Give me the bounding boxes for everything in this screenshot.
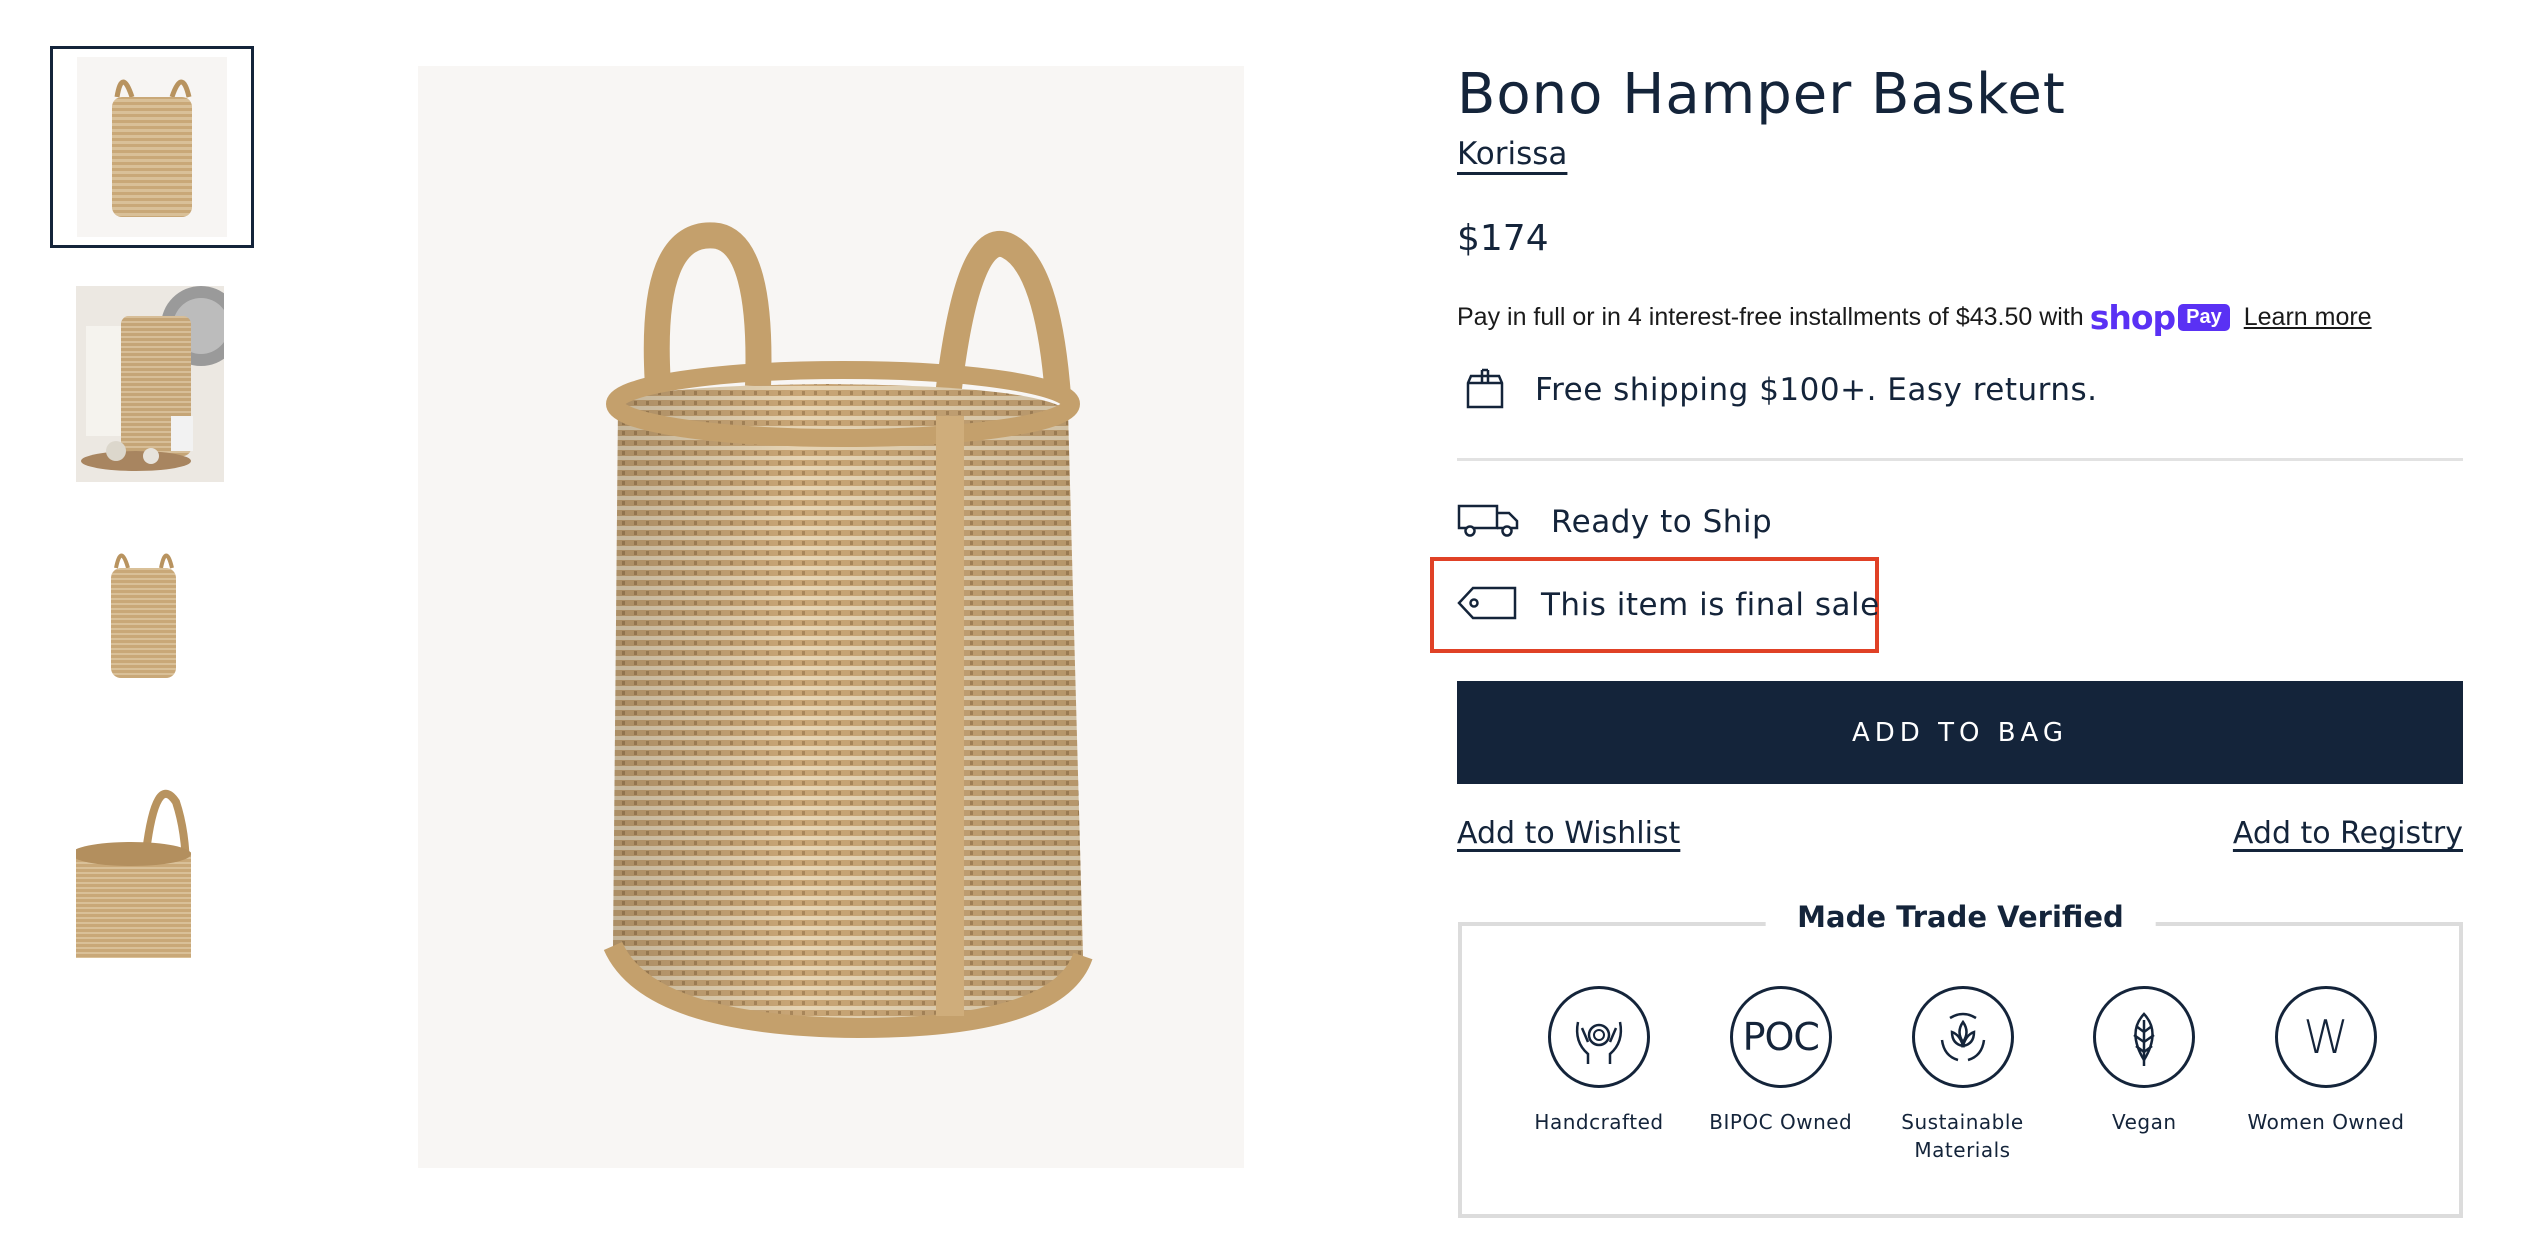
basket-room-thumbnail-image [76, 286, 224, 482]
badge-women-owned[interactable]: W Women Owned [2241, 986, 2411, 1164]
thumbnail-3[interactable] [76, 528, 224, 708]
leaf-icon [2093, 986, 2196, 1088]
basket-detail-thumbnail-image [76, 762, 224, 958]
w-glyph: W [2303, 1010, 2349, 1064]
shipping-label: Free shipping $100+. Easy returns. [1535, 372, 2098, 408]
badge-label: Vegan [2111, 1110, 2177, 1134]
product-title: Bono Hamper Basket [1457, 62, 2066, 127]
final-sale-label: This item is final sale [1541, 587, 1880, 623]
truck-icon [1457, 503, 1521, 541]
main-product-image[interactable] [418, 66, 1244, 1168]
thumbnail-4[interactable] [76, 762, 224, 958]
badge-handcrafted[interactable]: Handcrafted [1514, 986, 1684, 1164]
shipping-info: Free shipping $100+. Easy returns. [1465, 364, 2098, 416]
add-to-wishlist-link[interactable]: Add to Wishlist [1457, 816, 1680, 851]
product-price: $174 [1457, 218, 1549, 259]
verified-badges: Handcrafted POC BIPOC Owned Sustainable … [1462, 986, 2459, 1164]
thumbnail-2[interactable] [76, 286, 224, 482]
availability-info: Ready to Ship [1457, 502, 1772, 542]
badge-label: Sustainable Materials [1901, 1110, 2024, 1162]
basket-small-thumbnail-image [76, 528, 224, 708]
secondary-actions: Add to Wishlist Add to Registry [1457, 816, 2463, 851]
availability-label: Ready to Ship [1551, 504, 1773, 540]
basket-thumbnail-image [77, 57, 227, 237]
divider [1457, 458, 2463, 461]
poc-icon: POC [1729, 986, 1832, 1088]
badge-label: BIPOC Owned [1709, 1110, 1853, 1134]
add-to-registry-link[interactable]: Add to Registry [2233, 816, 2463, 851]
box-icon [1465, 366, 1505, 414]
recycle-leaf-icon [1911, 986, 2014, 1088]
hands-icon [1548, 986, 1650, 1088]
badge-label: Handcrafted [1534, 1110, 1664, 1134]
badge-label: Women Owned [2247, 1110, 2405, 1134]
poc-glyph: POC [1742, 1015, 1820, 1059]
verified-title: Made Trade Verified [1765, 900, 2156, 934]
add-to-bag-button[interactable]: ADD TO BAG [1457, 681, 2463, 784]
shop-pay-badge: Pay [2178, 304, 2230, 331]
brand-link[interactable]: Korissa [1457, 136, 1567, 172]
made-trade-verified: Made Trade Verified Handcrafted POC BIPO… [1458, 900, 2463, 1218]
installments-message: Pay in full or in 4 interest-free instal… [1457, 298, 2372, 337]
w-icon: W [2275, 986, 2377, 1088]
final-sale-info: This item is final sale [1457, 583, 1880, 627]
shop-pay-logo: shop [2089, 298, 2176, 337]
badge-vegan[interactable]: Vegan [2059, 986, 2229, 1164]
badge-sustainable-materials[interactable]: Sustainable Materials [1878, 986, 2048, 1164]
installments-text: Pay in full or in 4 interest-free instal… [1457, 303, 2084, 331]
tag-icon [1457, 585, 1519, 625]
basket-image [603, 222, 1093, 1039]
thumbnail-1[interactable] [50, 46, 254, 248]
badge-bipoc-owned[interactable]: POC BIPOC Owned [1696, 986, 1866, 1164]
learn-more-link[interactable]: Learn more [2244, 303, 2372, 332]
